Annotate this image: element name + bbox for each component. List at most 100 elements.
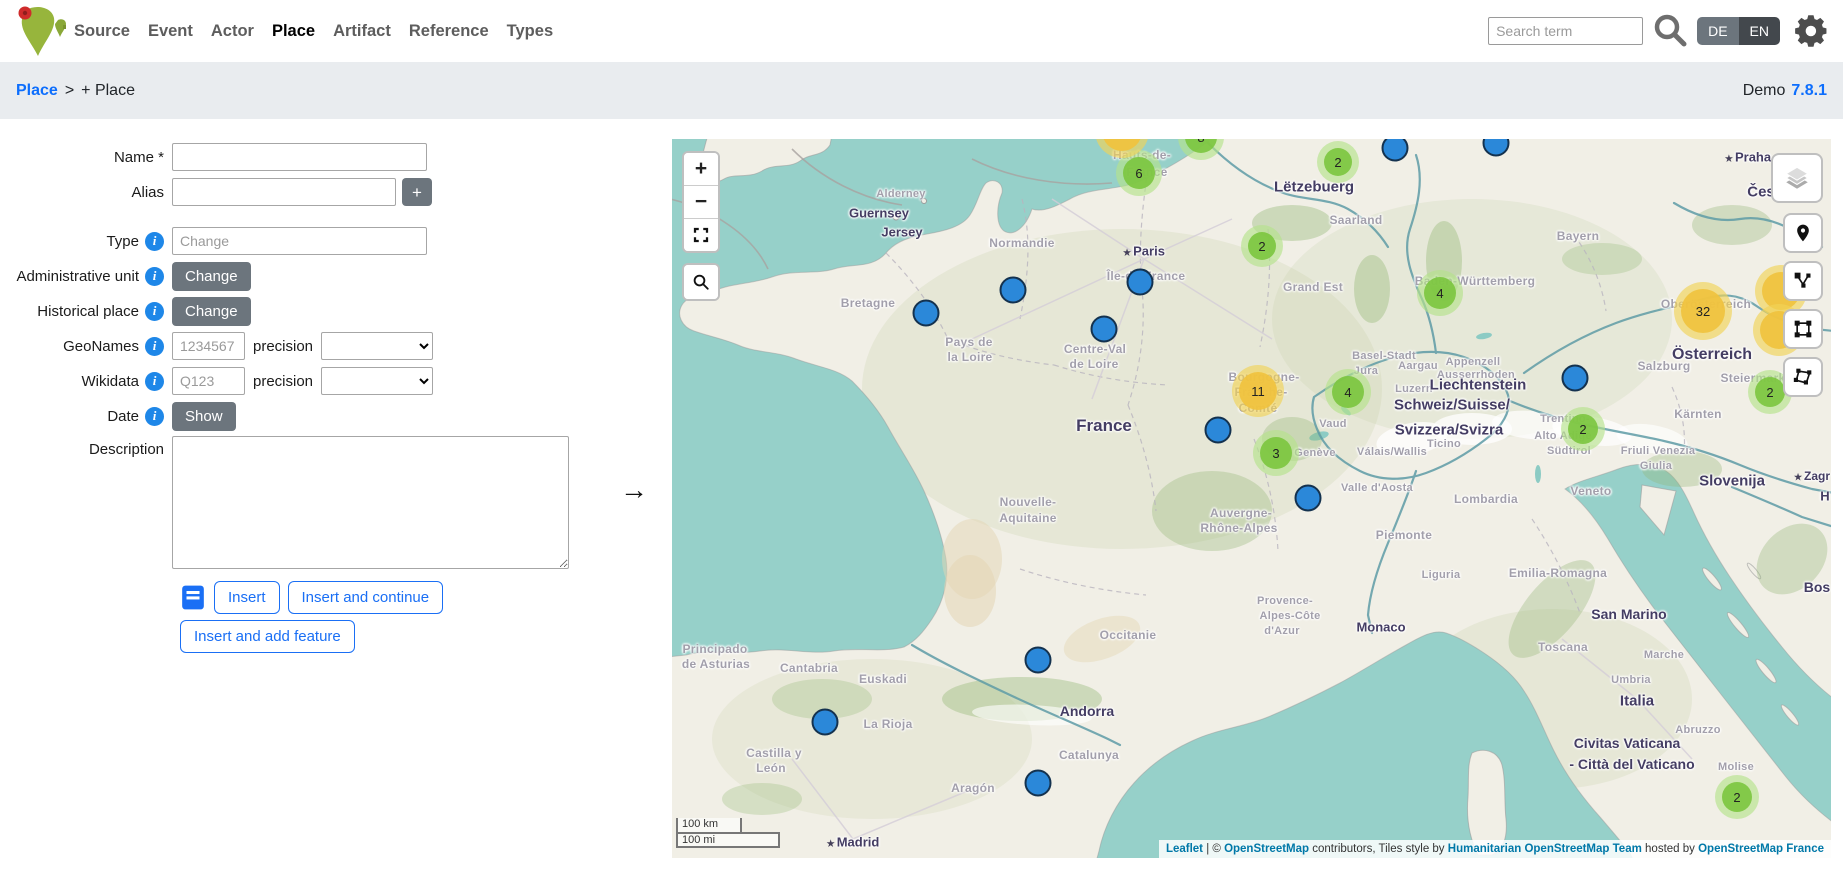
add-alias-button[interactable]: + bbox=[402, 178, 432, 206]
main-menu: Source Event Actor Place Artifact Reference Ty… bbox=[74, 22, 553, 41]
layers-control[interactable] bbox=[1771, 153, 1823, 203]
cluster-marker[interactable]: 4 bbox=[1325, 369, 1371, 415]
cluster-marker[interactable]: 2 bbox=[1317, 141, 1359, 183]
map-label: Occitanie bbox=[1100, 628, 1157, 642]
place-marker[interactable] bbox=[1025, 647, 1052, 674]
geonames-info-icon[interactable]: i bbox=[145, 337, 164, 356]
attribution-link[interactable]: Humanitarian OpenStreetMap Team bbox=[1448, 843, 1642, 855]
map-label: la Loire bbox=[947, 350, 992, 364]
cluster-marker[interactable]: 3 bbox=[1253, 430, 1299, 476]
map-label: Slovenija bbox=[1699, 473, 1765, 490]
fullscreen-button[interactable] bbox=[684, 219, 718, 251]
nav-item-event[interactable]: Event bbox=[148, 22, 193, 41]
wikidata-info-icon[interactable]: i bbox=[145, 372, 164, 391]
type-input[interactable] bbox=[172, 227, 427, 255]
zoom-in-button[interactable]: + bbox=[684, 153, 718, 186]
cluster-marker[interactable]: 11 bbox=[1232, 365, 1284, 417]
map-label: Bos bbox=[1804, 579, 1830, 595]
map-label: Guernsey bbox=[849, 206, 909, 221]
place-marker[interactable] bbox=[1295, 485, 1322, 512]
attribution-text: contributors, Tiles style by bbox=[1309, 843, 1448, 855]
date-show-button[interactable]: Show bbox=[172, 402, 236, 431]
attribution-text: hosted by bbox=[1642, 843, 1698, 855]
map-label: de Loire bbox=[1069, 357, 1118, 371]
draw-rectangle-control[interactable] bbox=[1783, 309, 1823, 349]
cluster-marker[interactable]: 2 bbox=[1561, 407, 1605, 451]
map-label: ★Praha bbox=[1725, 150, 1771, 165]
version-link[interactable]: 7.8.1 bbox=[1791, 82, 1827, 100]
description-textarea[interactable] bbox=[172, 436, 569, 569]
type-info-icon[interactable]: i bbox=[145, 232, 164, 251]
geonames-label: GeoNames i bbox=[6, 337, 172, 356]
cluster-marker[interactable]: 32 bbox=[1674, 282, 1732, 340]
map-label: Aargau bbox=[1398, 360, 1438, 372]
place-marker[interactable] bbox=[913, 300, 940, 327]
place-marker[interactable] bbox=[1127, 269, 1154, 296]
insert-button[interactable]: Insert bbox=[214, 581, 280, 614]
map-label: ★Paris bbox=[1123, 244, 1165, 259]
alias-input[interactable] bbox=[172, 178, 396, 206]
breadcrumb-bar: Place > + Place Demo 7.8.1 bbox=[0, 62, 1843, 119]
administrative-unit-change-button[interactable]: Change bbox=[172, 262, 251, 291]
place-marker[interactable] bbox=[1025, 770, 1052, 797]
draw-polygon-control[interactable] bbox=[1783, 357, 1823, 397]
nav-item-actor[interactable]: Actor bbox=[211, 22, 254, 41]
lang-de-button[interactable]: DE bbox=[1697, 17, 1738, 45]
wikidata-label: Wikidata i bbox=[6, 372, 172, 391]
attribution-link[interactable]: OpenStreetMap France bbox=[1698, 843, 1824, 855]
historical-place-row: Historical place i Change bbox=[6, 296, 606, 326]
map-label: France bbox=[1076, 416, 1132, 436]
search-input[interactable] bbox=[1488, 17, 1643, 45]
geonames-precision-select[interactable] bbox=[321, 332, 433, 360]
map-label: Luzern bbox=[1395, 383, 1433, 395]
attribution-link[interactable]: OpenStreetMap bbox=[1224, 843, 1309, 855]
historical-place-change-button[interactable]: Change bbox=[172, 297, 251, 326]
map-attribution: Leaflet | © OpenStreetMap contributors, … bbox=[1159, 840, 1831, 858]
alias-row: Alias + bbox=[6, 177, 606, 207]
nav-item-types[interactable]: Types bbox=[507, 22, 553, 41]
wikidata-input[interactable] bbox=[172, 367, 245, 395]
place-marker[interactable] bbox=[1562, 365, 1589, 392]
map-search-icon[interactable] bbox=[684, 265, 718, 299]
cluster-marker[interactable]: 2 bbox=[1715, 775, 1759, 819]
map-label: Pays de bbox=[945, 335, 992, 349]
map-label: Österreich bbox=[1672, 346, 1752, 364]
insert-and-add-feature-button[interactable]: Insert and add feature bbox=[180, 620, 355, 653]
historical-place-info-icon[interactable]: i bbox=[145, 302, 164, 321]
date-info-icon[interactable]: i bbox=[145, 407, 164, 426]
zoom-out-button[interactable]: − bbox=[684, 186, 718, 219]
attribution-link[interactable]: Leaflet bbox=[1166, 843, 1203, 855]
place-marker[interactable] bbox=[1000, 277, 1027, 304]
nav-item-reference[interactable]: Reference bbox=[409, 22, 489, 41]
cluster-marker[interactable]: 2 bbox=[1241, 225, 1283, 267]
map-label: Appenzell bbox=[1446, 356, 1501, 368]
insert-and-continue-button[interactable]: Insert and continue bbox=[288, 581, 444, 614]
add-marker-control[interactable] bbox=[1783, 213, 1823, 253]
draw-polyline-control[interactable] bbox=[1783, 261, 1823, 301]
place-marker[interactable] bbox=[1091, 316, 1118, 343]
lang-en-button[interactable]: EN bbox=[1739, 17, 1780, 45]
nav-item-place[interactable]: Place bbox=[272, 22, 315, 41]
manual-book-icon[interactable] bbox=[180, 584, 206, 611]
map-label: Civitas Vaticana bbox=[1574, 735, 1681, 751]
place-marker[interactable] bbox=[1205, 417, 1232, 444]
place-marker[interactable] bbox=[812, 709, 839, 736]
nav-item-source[interactable]: Source bbox=[74, 22, 130, 41]
geonames-input[interactable] bbox=[172, 332, 245, 360]
map-label: Alderney bbox=[876, 188, 925, 200]
map-label: Alpes-Côte bbox=[1259, 610, 1320, 622]
cluster-marker[interactable]: 4 bbox=[1417, 270, 1463, 316]
type-row: Type i bbox=[6, 226, 606, 256]
map-label: San Marino bbox=[1591, 606, 1666, 622]
breadcrumb-place-link[interactable]: Place bbox=[16, 82, 58, 100]
nav-item-artifact[interactable]: Artifact bbox=[333, 22, 391, 41]
leaflet-map[interactable]: GuernseyJerseyAlderneyNormandieBretagneH… bbox=[672, 139, 1831, 858]
search-icon[interactable] bbox=[1650, 11, 1690, 51]
wikidata-precision-select[interactable] bbox=[321, 367, 433, 395]
app-logo-icon[interactable] bbox=[14, 4, 66, 58]
settings-gear-icon[interactable] bbox=[1787, 8, 1833, 54]
administrative-unit-info-icon[interactable]: i bbox=[145, 267, 164, 286]
map-label: Válais/Wallis bbox=[1357, 446, 1427, 458]
name-input[interactable] bbox=[172, 143, 427, 171]
map-search-control bbox=[682, 263, 720, 301]
